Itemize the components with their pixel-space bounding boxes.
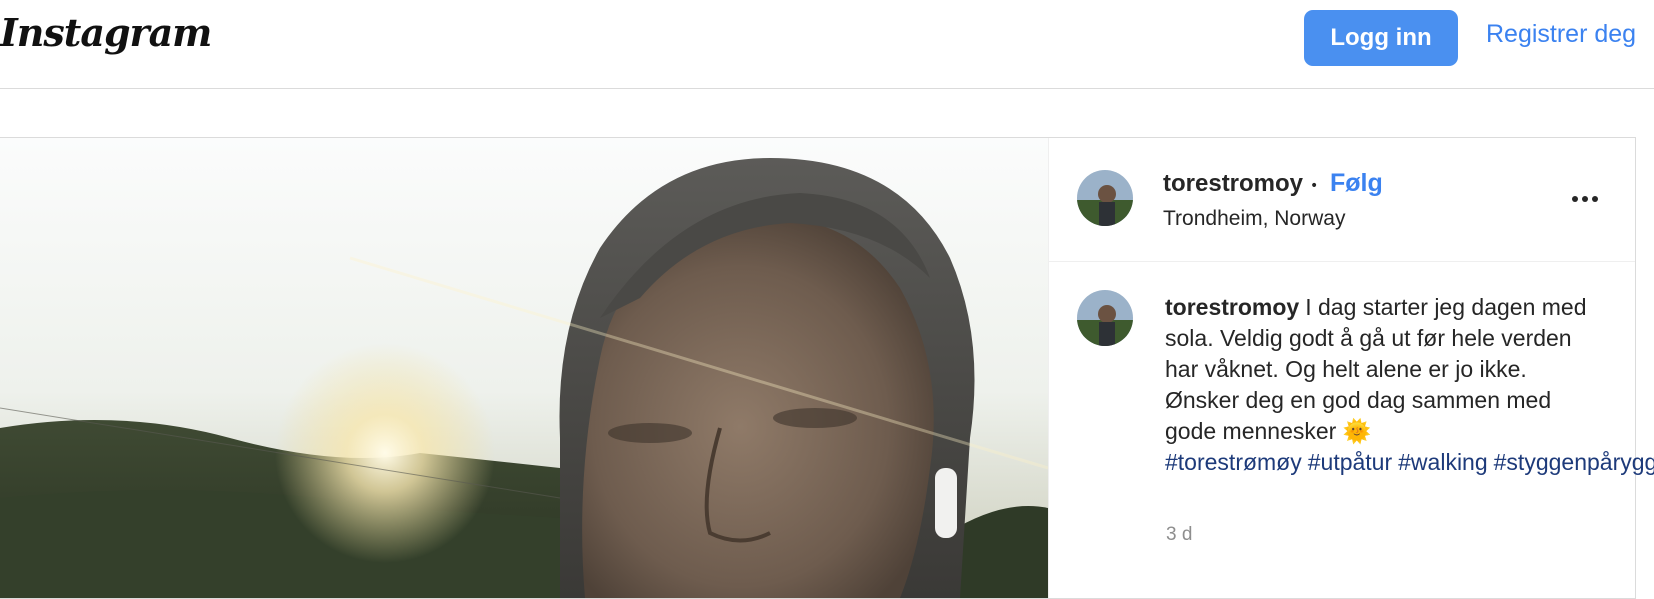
- post-caption: torestromoy I dag starter jeg dagen med s…: [1165, 292, 1654, 478]
- comment-avatar[interactable]: [1077, 290, 1133, 346]
- hashtag-link[interactable]: #utpåtur: [1308, 449, 1392, 475]
- top-navigation-bar: Instagram Logg inn Registrer deg: [0, 0, 1654, 89]
- instagram-logo[interactable]: Instagram: [0, 10, 212, 55]
- location-link[interactable]: Trondheim, Norway: [1163, 207, 1345, 231]
- post-photo[interactable]: [0, 138, 1048, 598]
- caption-username[interactable]: torestromoy: [1165, 294, 1299, 320]
- author-avatar[interactable]: [1077, 170, 1133, 226]
- hashtag-link[interactable]: #styggenpåryggen: [1494, 449, 1654, 475]
- login-button[interactable]: Logg inn: [1304, 10, 1458, 66]
- selfie-image: [0, 138, 1048, 598]
- hashtag-link[interactable]: #torestrømøy: [1165, 449, 1302, 475]
- hashtag-list: #torestrømøy #utpåtur #walking #styggenpåry…: [1165, 447, 1654, 478]
- more-options-icon[interactable]: [1568, 183, 1608, 213]
- author-username[interactable]: torestromoy: [1163, 170, 1303, 198]
- hashtag-link[interactable]: #walking: [1398, 449, 1488, 475]
- follow-button[interactable]: Følg: [1330, 169, 1383, 198]
- post-header: [1049, 138, 1635, 262]
- post-timestamp[interactable]: 3 d: [1166, 524, 1192, 546]
- separator-dot: •: [1310, 178, 1319, 194]
- register-link[interactable]: Registrer deg: [1486, 20, 1636, 49]
